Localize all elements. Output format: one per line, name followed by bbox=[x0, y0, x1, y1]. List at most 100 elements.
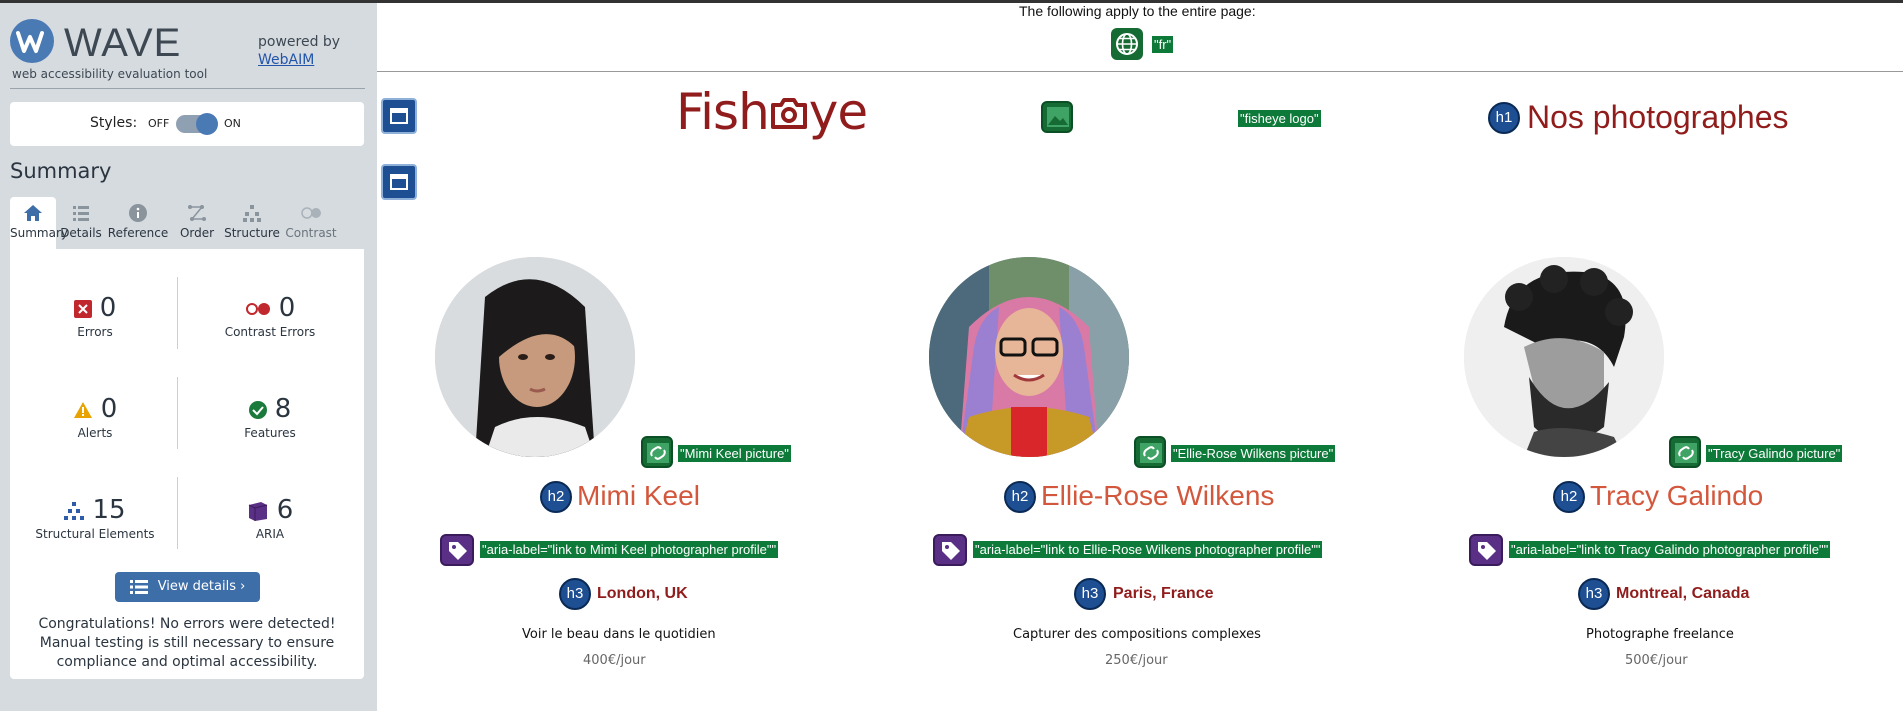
features-count: 8 bbox=[274, 394, 292, 424]
picture-alt-tag: "Ellie-Rose Wilkens picture" bbox=[1171, 445, 1336, 462]
h3-badge-icon[interactable]: h3 bbox=[559, 578, 591, 610]
list-icon bbox=[129, 579, 148, 594]
tab-label: Order bbox=[179, 226, 215, 240]
features-label: Features bbox=[244, 426, 296, 440]
aria-label-icon[interactable] bbox=[1469, 534, 1503, 566]
h2-badge-icon[interactable]: h2 bbox=[1004, 481, 1036, 513]
structural-stat[interactable]: 15 Structural Elements bbox=[10, 495, 180, 541]
structure-stat-icon bbox=[64, 501, 85, 520]
photographer-name[interactable]: Ellie-Rose Wilkens bbox=[1041, 480, 1274, 512]
contrast-error-icon bbox=[245, 302, 270, 315]
tab-label: Summary bbox=[10, 226, 68, 240]
photographer-tagline: Capturer des compositions complexes bbox=[1013, 627, 1261, 642]
contrast-errors-label: Contrast Errors bbox=[224, 325, 316, 339]
wave-title: WAVE bbox=[64, 21, 182, 65]
feature-icon bbox=[248, 400, 267, 419]
fisheye-logo[interactable]: Fish ye bbox=[676, 83, 868, 141]
language-icon[interactable] bbox=[1111, 28, 1143, 60]
photographer-location: Paris, France bbox=[1113, 585, 1214, 602]
aria-stat[interactable]: 6 ARIA bbox=[185, 495, 355, 541]
order-icon bbox=[188, 205, 206, 221]
errors-stat[interactable]: 0 Errors bbox=[10, 293, 180, 339]
link-icon[interactable] bbox=[1669, 436, 1701, 468]
h1-badge-icon[interactable]: h1 bbox=[1488, 102, 1520, 134]
h2-badge-icon[interactable]: h2 bbox=[1553, 481, 1585, 513]
structural-count: 15 bbox=[92, 495, 126, 525]
view-details-button[interactable]: View details › bbox=[115, 572, 260, 602]
divider bbox=[177, 277, 178, 349]
photographer-price: 500€/jour bbox=[1625, 653, 1688, 668]
wave-header: WAVE web accessibility evaluation tool p… bbox=[10, 17, 365, 89]
webaim-link[interactable]: WebAIM bbox=[258, 52, 314, 68]
photographer-tagline: Photographe freelance bbox=[1586, 627, 1734, 642]
styles-on-label: ON bbox=[224, 117, 241, 130]
h2-badge-icon[interactable]: h2 bbox=[540, 481, 572, 513]
error-icon bbox=[73, 299, 92, 318]
photographer-location: London, UK bbox=[597, 585, 688, 602]
errors-count: 0 bbox=[99, 293, 117, 323]
picture-alt-tag: "Tracy Galindo picture" bbox=[1706, 445, 1843, 462]
tab-reference[interactable]: Reference bbox=[106, 197, 170, 249]
page-heading: Nos photographes bbox=[1527, 99, 1789, 135]
h3-badge-icon[interactable]: h3 bbox=[1578, 578, 1610, 610]
alerts-count: 0 bbox=[100, 394, 118, 424]
styles-toggle-box: Styles: OFF ON bbox=[10, 102, 364, 146]
styles-toggle[interactable] bbox=[176, 113, 218, 135]
home-icon bbox=[24, 205, 42, 221]
tab-contrast[interactable]: Contrast bbox=[282, 197, 340, 249]
alerts-stat[interactable]: 0 Alerts bbox=[10, 394, 180, 440]
link-icon[interactable] bbox=[1134, 436, 1166, 468]
link-icon[interactable] bbox=[641, 436, 673, 468]
summary-heading: Summary bbox=[10, 159, 112, 183]
logo-alt-tag: "fisheye logo" bbox=[1238, 110, 1321, 127]
styles-off-label: OFF bbox=[148, 117, 170, 130]
photographer-price: 250€/jour bbox=[1105, 653, 1168, 668]
styles-label: Styles: bbox=[90, 115, 138, 131]
photographer-avatar[interactable] bbox=[435, 257, 635, 457]
aria-label: ARIA bbox=[255, 527, 285, 541]
page-wide-note: The following apply to the entire page: bbox=[1019, 3, 1256, 19]
photographer-name[interactable]: Tracy Galindo bbox=[1590, 480, 1763, 512]
photographer-card-tracy: "Tracy Galindo picture" h2 Tracy Galindo… bbox=[377, 3, 1843, 668]
picture-alt-tag: "Mimi Keel picture" bbox=[678, 445, 791, 462]
h3-badge-icon[interactable]: h3 bbox=[1074, 578, 1106, 610]
alert-icon bbox=[73, 401, 92, 418]
photographer-tagline: Voir le beau dans le quotidien bbox=[522, 627, 716, 642]
lang-tag: "fr" bbox=[1152, 36, 1174, 53]
tab-details[interactable]: Details bbox=[58, 197, 104, 249]
aria-label-icon[interactable] bbox=[440, 534, 474, 566]
tab-label: Details bbox=[60, 226, 102, 240]
congrats-message: Congratulations! No errors were detected… bbox=[38, 616, 336, 670]
divider bbox=[177, 377, 178, 449]
main-landmark-icon[interactable] bbox=[381, 164, 417, 200]
header-landmark-icon[interactable] bbox=[381, 98, 417, 134]
info-icon bbox=[129, 204, 147, 222]
errors-label: Errors bbox=[77, 325, 113, 339]
photographer-avatar[interactable] bbox=[929, 257, 1129, 457]
aria-label-tag: "aria-label="link to Tracy Galindo photo… bbox=[1509, 541, 1831, 558]
toggle-knob[interactable] bbox=[196, 113, 218, 135]
list-icon bbox=[73, 206, 89, 221]
contrast-errors-count: 0 bbox=[278, 293, 296, 323]
tab-label: Contrast bbox=[285, 226, 337, 240]
divider bbox=[177, 477, 178, 549]
wave-logo-icon bbox=[10, 19, 54, 63]
contrast-errors-stat[interactable]: 0 Contrast Errors bbox=[185, 293, 355, 339]
tab-label: Structure bbox=[224, 226, 280, 240]
aria-label-icon[interactable] bbox=[933, 534, 967, 566]
tab-order[interactable]: Order bbox=[172, 197, 222, 249]
photographer-avatar[interactable] bbox=[1464, 257, 1664, 457]
tab-structure[interactable]: Structure bbox=[224, 197, 280, 249]
tab-label: Reference bbox=[107, 226, 169, 240]
photographer-location: Montreal, Canada bbox=[1616, 585, 1750, 602]
wave-tabs: Summary Details Reference Order Structur… bbox=[10, 197, 364, 249]
photographer-price: 400€/jour bbox=[583, 653, 646, 668]
page-content: The following apply to the entire page: … bbox=[377, 3, 1903, 711]
tab-summary[interactable]: Summary bbox=[10, 197, 68, 249]
aria-label-tag: "aria-label="link to Mimi Keel photograp… bbox=[480, 541, 779, 558]
page-wide-info: The following apply to the entire page: … bbox=[377, 3, 1903, 72]
features-stat[interactable]: 8 Features bbox=[185, 394, 355, 440]
photographer-name[interactable]: Mimi Keel bbox=[577, 480, 700, 512]
image-icon[interactable] bbox=[1041, 101, 1073, 133]
structure-icon bbox=[243, 205, 261, 222]
